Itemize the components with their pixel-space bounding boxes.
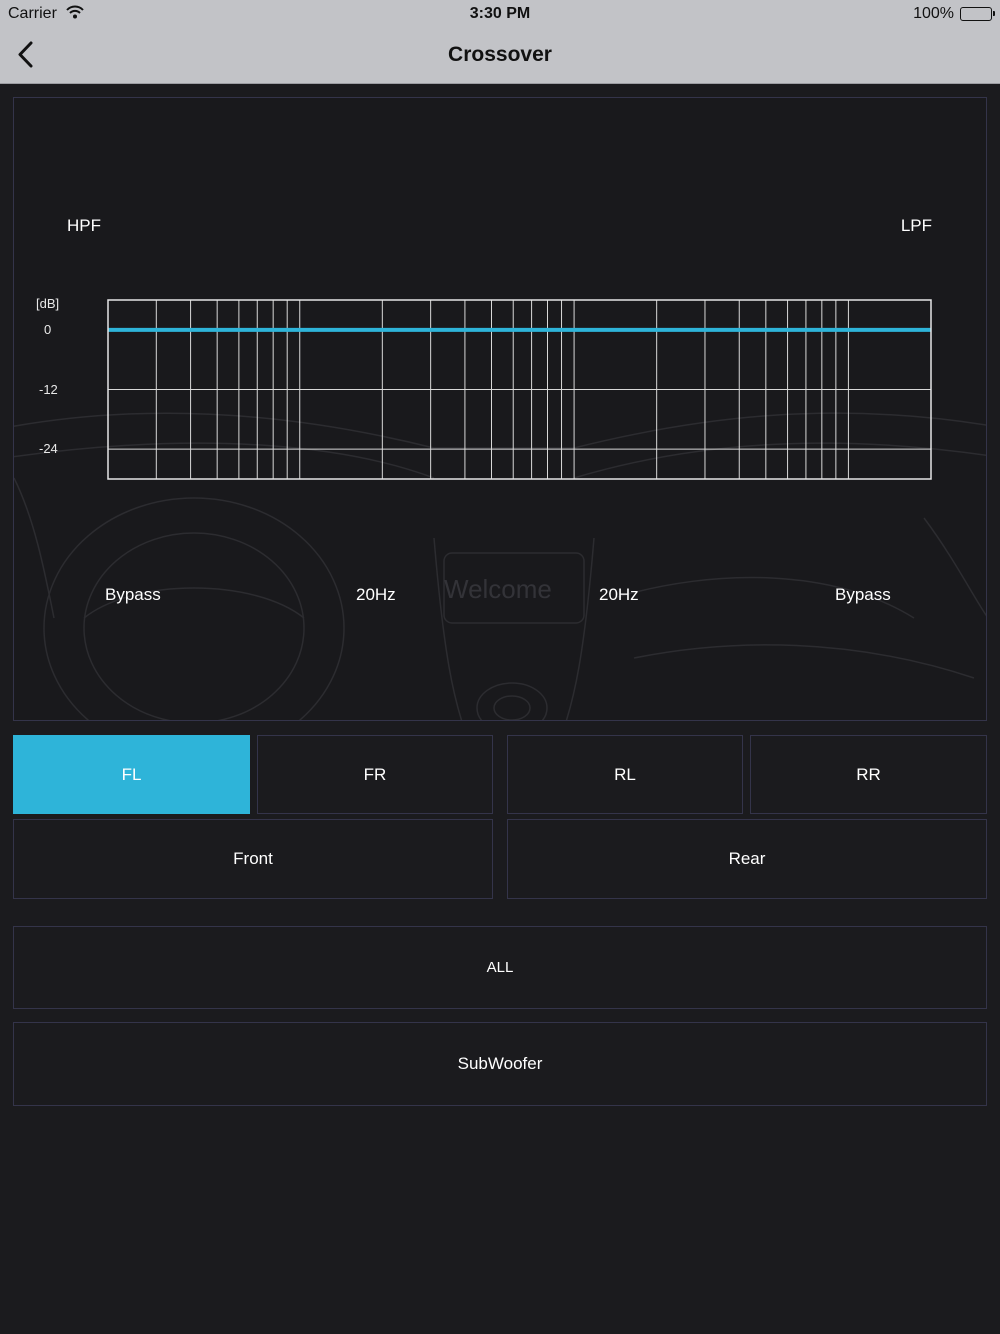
battery-icon [960,7,995,21]
crossover-response-chart [107,299,932,480]
crossover-panel: Welcome HPF LPF [dB] 0 -12 -24 Bypass 20Hz… [13,97,987,721]
lpf-frequency-value[interactable]: 20Hz [599,585,639,605]
navigation-bar: Crossover [0,28,1000,84]
channel-rr-button[interactable]: RR [750,735,987,814]
status-bar: Carrier 3:30 PM 100% [0,0,1000,28]
channel-all-button[interactable]: ALL [13,926,987,1009]
channel-fr-button[interactable]: FR [257,735,493,814]
lpf-slope-value[interactable]: Bypass [835,585,891,605]
hpf-frequency-value[interactable]: 20Hz [356,585,396,605]
battery-percentage: 100% [913,5,954,22]
channel-rear-button[interactable]: Rear [507,819,987,899]
page-title: Crossover [448,43,552,66]
channel-front-button[interactable]: Front [13,819,493,899]
channel-subwoofer-button[interactable]: SubWoofer [13,1022,987,1106]
hpf-slope-value[interactable]: Bypass [105,585,161,605]
status-time: 3:30 PM [469,5,531,22]
channel-fl-button[interactable]: FL [13,735,250,814]
channel-rl-button[interactable]: RL [507,735,743,814]
